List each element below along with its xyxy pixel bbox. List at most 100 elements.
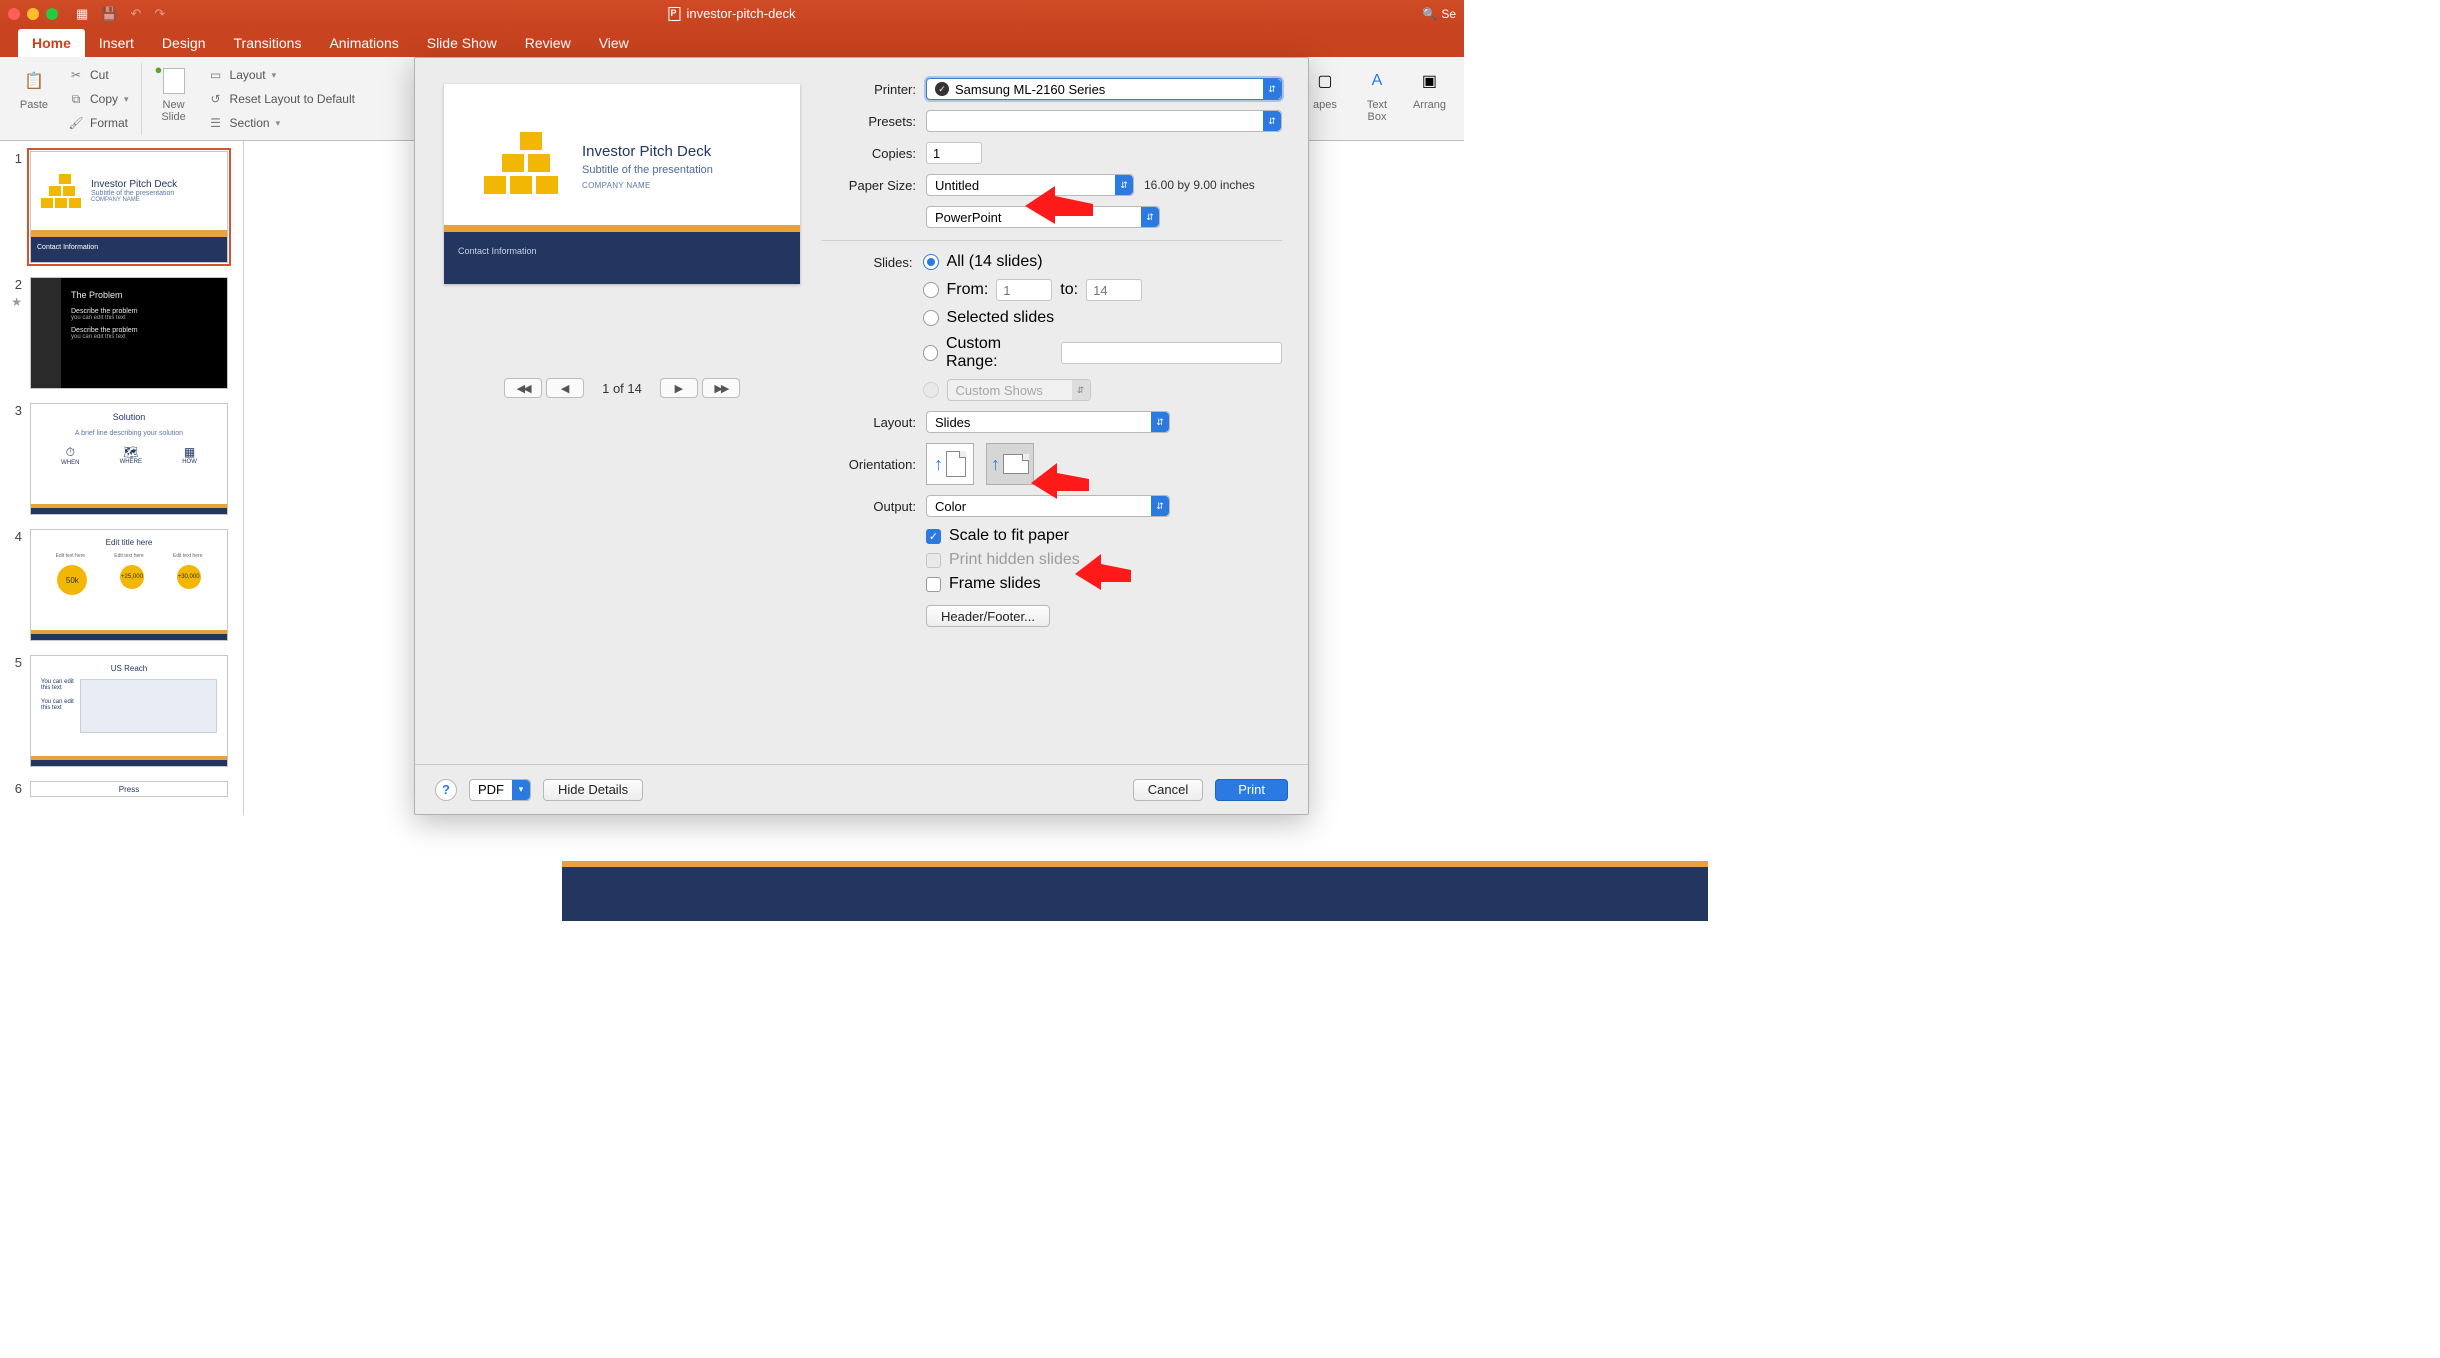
textbox-button[interactable]: A Text Box	[1353, 63, 1401, 125]
print-hidden-label: Print hidden slides	[949, 551, 1080, 569]
tab-review[interactable]: Review	[511, 29, 585, 57]
last-page-button[interactable]: ▶▶	[702, 378, 740, 398]
chevron-down-icon: ▾	[272, 70, 277, 81]
pdf-menu-button[interactable]: PDF ▾	[469, 779, 531, 801]
ribbon-tabs: Home Insert Design Transitions Animation…	[0, 27, 1464, 57]
thumb-slide-3[interactable]: Solution A brief line describing your so…	[30, 403, 228, 515]
minimize-window-button[interactable]	[27, 8, 39, 20]
thumb-text: you can edit this text	[71, 315, 138, 321]
arrange-icon: ▣	[1413, 65, 1445, 97]
presets-select[interactable]: ⇵	[926, 110, 1282, 132]
thumb-slide-4[interactable]: Edit title here Edit text here Edit text…	[30, 529, 228, 641]
thumb-slide-1[interactable]: Investor Pitch Deck Subtitle of the pres…	[30, 151, 228, 263]
slides-selected-radio[interactable]: Selected slides	[923, 309, 1282, 327]
custom-range-input[interactable]	[1061, 342, 1282, 364]
tab-insert[interactable]: Insert	[85, 29, 148, 57]
prev-page-button[interactable]: ◀	[546, 378, 584, 398]
search-icon: 🔍	[1422, 7, 1437, 21]
orientation-portrait-button[interactable]: ↑	[926, 443, 974, 485]
close-window-button[interactable]	[8, 8, 20, 20]
copies-label: Copies:	[821, 146, 916, 161]
format-painter-button[interactable]: 🖌Format	[64, 113, 133, 133]
first-page-button[interactable]: ◀◀	[504, 378, 542, 398]
title-bar: ▦ 💾 ↶ ↷ investor-pitch-deck 🔍 Se	[0, 0, 1464, 27]
print-dialog: Investor Pitch Deck Subtitle of the pres…	[414, 57, 1309, 815]
search-field[interactable]: 🔍 Se	[1422, 7, 1456, 21]
paste-icon[interactable]: 📋	[18, 65, 50, 97]
slides-from-radio[interactable]: From: to:	[923, 279, 1282, 301]
tab-view[interactable]: View	[585, 29, 643, 57]
document-title: investor-pitch-deck	[686, 6, 795, 21]
chevron-updown-icon: ⇵	[1141, 207, 1159, 227]
annotation-arrow-icon	[1025, 176, 1095, 224]
slides-all-radio[interactable]: All (14 slides)	[923, 253, 1282, 271]
orientation-landscape-button[interactable]: ↑	[986, 443, 1034, 485]
scale-to-fit-checkbox[interactable]: ✓ Scale to fit paper	[926, 527, 1282, 545]
tab-home[interactable]: Home	[18, 29, 85, 57]
chevron-updown-icon: ⇵	[1115, 175, 1133, 195]
cancel-button[interactable]: Cancel	[1133, 779, 1203, 801]
to-input[interactable]	[1086, 279, 1142, 301]
radio-icon	[923, 382, 939, 398]
slide-thumbnail-panel[interactable]: 1 Investor Pitch Deck Subtitle of the pr…	[0, 141, 244, 815]
print-button[interactable]: Print	[1215, 779, 1288, 801]
header-footer-button[interactable]: Header/Footer...	[926, 605, 1050, 627]
radio-icon	[923, 282, 939, 298]
slides-custom-range-radio[interactable]: Custom Range:	[923, 335, 1282, 371]
thumb-text: Edit text here	[173, 553, 202, 559]
logo-icon	[41, 174, 83, 208]
thumb-slide-6[interactable]: Press	[30, 781, 228, 797]
clipboard-buttons: ✂︎Cut ⧉Copy▾ 🖌Format	[64, 63, 133, 133]
presenter-view-icon[interactable]: ▦	[76, 6, 88, 22]
layout-icon: ▭	[208, 67, 224, 83]
arrow-up-icon: ↑	[991, 454, 1000, 475]
tab-slideshow[interactable]: Slide Show	[413, 29, 511, 57]
thumb-title: Press	[31, 782, 227, 794]
slides-label: Slides:	[821, 253, 913, 270]
preview-title: Investor Pitch Deck	[582, 143, 713, 160]
tab-transitions[interactable]: Transitions	[220, 29, 316, 57]
chevron-down-icon: ▾	[124, 94, 129, 105]
copy-button[interactable]: ⧉Copy▾	[64, 89, 133, 109]
layout-button[interactable]: ▭Layout▾	[204, 65, 359, 85]
section-button[interactable]: ☰Section▾	[204, 113, 359, 133]
checkbox-icon	[926, 553, 941, 568]
save-icon[interactable]: 💾	[101, 6, 117, 22]
thumb-slide-2[interactable]: The Problem Describe the problem you can…	[30, 277, 228, 389]
preview-footer: Contact Information	[458, 246, 537, 256]
paste-group: 📋 Paste	[10, 63, 58, 113]
shapes-label: apes	[1313, 99, 1337, 111]
thumb-title: Solution	[41, 412, 217, 422]
print-preview: Investor Pitch Deck Subtitle of the pres…	[444, 84, 800, 284]
chevron-down-icon: ▾	[276, 118, 281, 129]
help-button[interactable]: ?	[435, 779, 457, 801]
thumb-stat: +30,000	[177, 565, 201, 589]
chevron-updown-icon: ⇵	[1263, 111, 1281, 131]
thumb-number: 1	[8, 151, 22, 263]
arrange-button[interactable]: ▣ Arrang	[1405, 63, 1454, 125]
thumb-text: HOW	[182, 459, 197, 465]
presets-label: Presets:	[821, 114, 916, 129]
cut-button[interactable]: ✂︎Cut	[64, 65, 133, 85]
undo-icon[interactable]: ↶	[130, 6, 141, 22]
custom-shows-value: Custom Shows	[956, 383, 1043, 398]
printer-label: Printer:	[821, 82, 916, 97]
tab-design[interactable]: Design	[148, 29, 220, 57]
from-input[interactable]	[996, 279, 1052, 301]
zoom-window-button[interactable]	[46, 8, 58, 20]
hide-details-button[interactable]: Hide Details	[543, 779, 643, 801]
next-page-button[interactable]: ▶	[660, 378, 698, 398]
preview-company: COMPANY NAME	[582, 181, 713, 190]
paste-label: Paste	[20, 99, 48, 111]
tab-animations[interactable]: Animations	[315, 29, 412, 57]
layout-select[interactable]: Slides ⇵	[926, 411, 1170, 433]
copies-input[interactable]	[926, 142, 982, 164]
redo-icon[interactable]: ↷	[154, 6, 165, 22]
thumb-text: this text	[41, 685, 74, 691]
new-slide-label: New Slide	[161, 99, 185, 123]
printer-select[interactable]: ✓ Samsung ML-2160 Series ⇵	[926, 78, 1282, 100]
to-label: to:	[1060, 281, 1078, 299]
new-slide-group[interactable]: ● New Slide	[150, 63, 198, 125]
thumb-slide-5[interactable]: US Reach You can edit this text You can …	[30, 655, 228, 767]
reset-layout-button[interactable]: ↺Reset Layout to Default	[204, 89, 359, 109]
